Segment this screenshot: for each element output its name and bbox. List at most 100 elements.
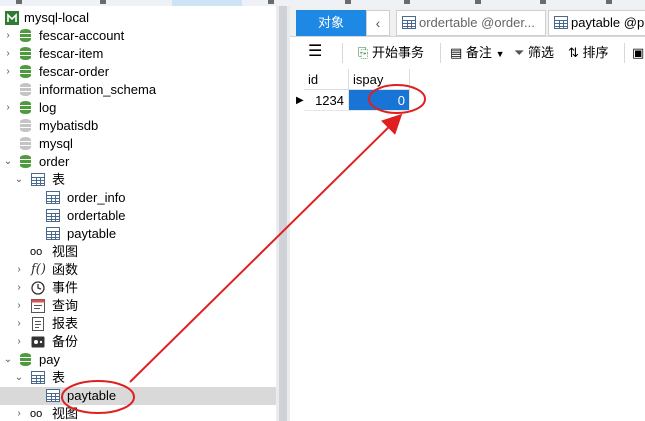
query-icon [31, 299, 45, 313]
tree-db-information-schema[interactable]: information_schema [0, 81, 276, 99]
db-label: fescar-order [39, 64, 110, 79]
filter-button[interactable]: ⏷ 筛选 [514, 43, 554, 63]
tree-events[interactable]: › 事件 [0, 279, 276, 297]
backup-icon [31, 335, 45, 349]
cell-ispay[interactable]: 0 [349, 90, 410, 111]
chevron-right-icon[interactable]: › [14, 333, 24, 351]
chevron-down-icon[interactable]: ⌄ [3, 153, 13, 171]
toolbar-separator [342, 43, 343, 63]
database-icon [20, 83, 31, 96]
db-label: fescar-account [39, 28, 125, 43]
views-label: 视图 [52, 406, 79, 421]
database-icon [20, 29, 31, 42]
tables-label: 表 [52, 172, 66, 187]
database-icon [20, 101, 31, 114]
sort-button[interactable]: ⇅ 排序 [568, 43, 609, 63]
chevron-right-icon[interactable]: › [3, 45, 13, 63]
tree-reports[interactable]: › 报表 [0, 315, 276, 333]
tree-connection[interactable]: mysql-local [0, 9, 276, 27]
chevron-right-icon[interactable]: › [14, 315, 24, 333]
tree-db-pay[interactable]: ⌄ pay [0, 351, 276, 369]
cell-id[interactable]: 1234 [304, 90, 349, 111]
tree-queries[interactable]: › 查询 [0, 297, 276, 315]
dropdown-arrow-icon: ▼ [495, 49, 505, 59]
table-folder-icon [31, 371, 45, 384]
sort-icon: ⇅ [568, 45, 579, 60]
db-label: pay [39, 352, 60, 367]
chevron-down-icon[interactable]: ⌄ [3, 351, 13, 369]
tree-pay-table-paytable[interactable]: paytable [0, 387, 276, 405]
table-icon [46, 227, 60, 240]
chevron-right-icon[interactable]: › [14, 297, 24, 315]
function-icon: f() [31, 262, 46, 277]
table-icon [46, 191, 60, 204]
sort-label: 排序 [582, 45, 609, 60]
main-panel: 对象 ‹ ordertable @order... paytable @p ☰ … [290, 6, 645, 421]
db-label: order [39, 154, 70, 169]
begin-transaction-button[interactable]: ⎘ 开始事务 [358, 43, 424, 63]
connection-icon [5, 11, 19, 25]
chevron-right-icon[interactable]: › [14, 261, 24, 279]
tree-db-fescar-item[interactable]: › fescar-item [0, 45, 276, 63]
tree-table-ordertable[interactable]: ordertable [0, 207, 276, 225]
tree-views[interactable]: oo 视图 [0, 243, 276, 261]
tree-db-mysql[interactable]: mysql [0, 135, 276, 153]
tree-db-fescar-order[interactable]: › fescar-order [0, 63, 276, 81]
chevron-down-icon[interactable]: ⌄ [14, 369, 24, 387]
tree-table-order-info[interactable]: order_info [0, 189, 276, 207]
db-label: mysql [39, 136, 73, 151]
notes-button[interactable]: ▤ 备注 ▼ [450, 43, 504, 63]
column-header-ispay[interactable]: ispay [349, 69, 410, 90]
connection-label: mysql-local [24, 10, 90, 25]
reports-label: 报表 [52, 316, 79, 331]
tree-table-paytable[interactable]: paytable [0, 225, 276, 243]
tab-label: ordertable @order... [419, 15, 535, 30]
tab-objects[interactable]: 对象 [296, 10, 366, 36]
tree-functions[interactable]: › f() 函数 [0, 261, 276, 279]
tree-tables-folder[interactable]: ⌄ 表 [0, 171, 276, 189]
navigation-tree: mysql-local › fescar-account › fescar-it… [0, 6, 276, 421]
chevron-down-icon[interactable]: ⌄ [14, 171, 24, 189]
tab-ordertable[interactable]: ordertable @order... [396, 10, 546, 36]
clock-icon [31, 281, 45, 295]
backups-label: 备份 [52, 334, 79, 349]
tree-db-order[interactable]: ⌄ order [0, 153, 276, 171]
toolbar-stub [606, 0, 612, 4]
table-icon [402, 16, 416, 29]
tab-scroll-left[interactable]: ‹ [366, 10, 390, 36]
db-label: fescar-item [39, 46, 104, 61]
chevron-right-icon[interactable]: › [14, 279, 24, 297]
tab-label: paytable @p [571, 15, 645, 30]
toolbar-stub [100, 0, 106, 4]
tree-db-log[interactable]: › log [0, 99, 276, 117]
tree-backups[interactable]: › 备份 [0, 333, 276, 351]
note-icon: ▤ [450, 45, 463, 60]
vertical-scrollbar[interactable] [279, 6, 287, 421]
chevron-right-icon[interactable]: › [3, 27, 13, 45]
import-icon[interactable]: ▣ [632, 43, 645, 63]
chevron-right-icon[interactable]: › [14, 405, 24, 421]
tree-pay-tables-folder[interactable]: ⌄ 表 [0, 369, 276, 387]
views-label: 视图 [52, 244, 79, 259]
table-label: ordertable [67, 208, 126, 223]
database-icon [20, 353, 31, 366]
database-icon [20, 155, 31, 168]
tree-db-mybatisdb[interactable]: mybatisdb [0, 117, 276, 135]
toolbar-stub [268, 0, 274, 4]
transaction-icon: ⎘ [358, 45, 369, 60]
chevron-right-icon[interactable]: › [3, 63, 13, 81]
tab-bar: 对象 ‹ ordertable @order... paytable @p [290, 6, 645, 37]
menu-icon[interactable]: ☰ [308, 43, 322, 63]
tab-paytable[interactable]: paytable @p [548, 10, 645, 36]
report-icon [31, 317, 45, 331]
db-label: log [39, 100, 57, 115]
panel-splitter[interactable] [276, 6, 290, 421]
column-header-id[interactable]: id [304, 69, 349, 90]
toolbar-stub [345, 0, 351, 4]
tree-pay-views[interactable]: › oo 视图 [0, 405, 276, 421]
tree-db-fescar-account[interactable]: › fescar-account [0, 27, 276, 45]
chevron-right-icon[interactable]: › [3, 99, 13, 117]
notes-label: 备注 [465, 45, 492, 60]
db-label: information_schema [39, 82, 157, 97]
toolbar-separator [440, 43, 441, 63]
